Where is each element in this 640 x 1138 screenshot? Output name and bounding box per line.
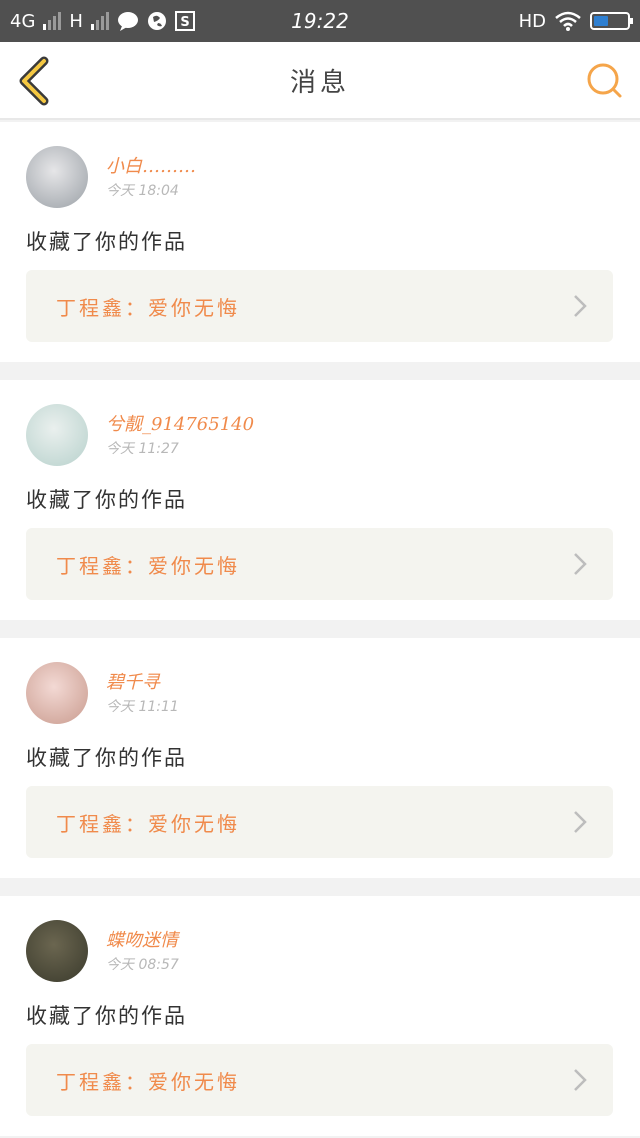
chevron-right-icon	[574, 295, 587, 317]
battery-level	[594, 16, 609, 26]
s-app-icon: S	[174, 11, 195, 31]
action-text: 收藏了你的作品	[26, 488, 187, 512]
status-left: 4G H S	[10, 11, 195, 32]
app-header: 消息	[0, 42, 640, 120]
avatar[interactable]	[26, 662, 88, 724]
work-link[interactable]: 丁程鑫：爱你无悔	[26, 270, 613, 342]
timestamp: 今天 11:27	[106, 441, 179, 457]
user-name[interactable]: 蝶吻迷情	[106, 926, 178, 952]
globe-icon	[147, 12, 166, 30]
user-name[interactable]: 碧千寻	[106, 668, 160, 694]
avatar[interactable]	[26, 920, 88, 982]
chevron-right-icon	[574, 1069, 587, 1091]
status-bar: 4G H S 19:22 HD	[0, 0, 640, 42]
work-link[interactable]: 丁程鑫：爱你无悔	[26, 1044, 613, 1116]
user-name[interactable]: 兮靓_914765140	[106, 410, 254, 436]
action-text: 收藏了你的作品	[26, 746, 187, 770]
page-title: 消息	[289, 68, 350, 98]
notification-card[interactable]: 碧千寻 今天 11:11 收藏了你的作品 丁程鑫：爱你无悔	[0, 638, 640, 878]
avatar[interactable]	[26, 146, 88, 208]
notification-card[interactable]: 小白……… 今天 18:04 收藏了你的作品 丁程鑫：爱你无悔	[0, 122, 640, 362]
work-link[interactable]: 丁程鑫：爱你无悔	[26, 786, 613, 858]
action-text: 收藏了你的作品	[26, 1004, 187, 1028]
timestamp: 今天 08:57	[106, 957, 179, 973]
work-title: 丁程鑫：爱你无悔	[56, 1069, 240, 1094]
timestamp: 今天 18:04	[106, 183, 179, 199]
network-h-label: H	[69, 10, 83, 32]
notification-card[interactable]: 兮靓_914765140 今天 11:27 收藏了你的作品 丁程鑫：爱你无悔	[0, 380, 640, 620]
timestamp: 今天 11:11	[106, 699, 179, 715]
notification-card[interactable]: 蝶吻迷情 今天 08:57 收藏了你的作品 丁程鑫：爱你无悔	[0, 896, 640, 1136]
work-title: 丁程鑫：爱你无悔	[56, 295, 240, 320]
battery-icon	[590, 12, 633, 30]
svg-text:S: S	[180, 15, 189, 30]
work-link[interactable]: 丁程鑫：爱你无悔	[26, 528, 613, 600]
chevron-right-icon	[574, 811, 587, 833]
user-name[interactable]: 小白………	[106, 152, 196, 178]
chevron-right-icon	[574, 553, 587, 575]
work-title: 丁程鑫：爱你无悔	[56, 811, 240, 836]
avatar[interactable]	[26, 404, 88, 466]
wifi-icon	[555, 11, 581, 31]
work-title: 丁程鑫：爱你无悔	[56, 553, 240, 578]
status-right: HD	[518, 10, 633, 32]
search-icon[interactable]	[586, 62, 624, 100]
action-text: 收藏了你的作品	[26, 230, 187, 254]
notification-list: 小白……… 今天 18:04 收藏了你的作品 丁程鑫：爱你无悔 兮靓_91476…	[0, 122, 640, 1138]
chat-icon	[117, 12, 138, 31]
network-type-label: 4G	[10, 10, 36, 32]
signal-icon-2	[90, 12, 109, 30]
signal-icon	[43, 12, 62, 30]
hd-label: HD	[518, 10, 546, 32]
